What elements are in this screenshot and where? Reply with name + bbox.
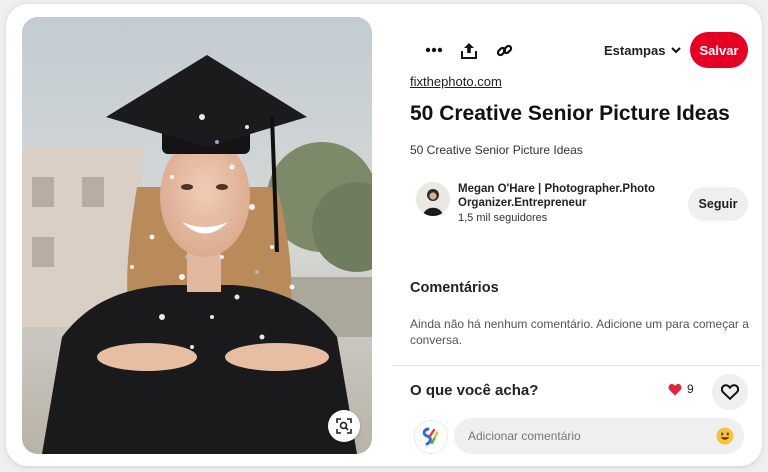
- comment-composer: [410, 418, 750, 454]
- reaction-summary[interactable]: 9: [668, 382, 694, 396]
- source-link[interactable]: fixthephoto.com: [410, 74, 502, 89]
- my-avatar[interactable]: [414, 420, 448, 454]
- pin-card: Estampas Salvar fixthephoto.com 50 Creat…: [6, 4, 762, 466]
- pin-toolbar: Estampas Salvar: [410, 32, 750, 68]
- emoji-button[interactable]: [716, 427, 734, 445]
- graduate-photo: [22, 17, 372, 454]
- more-dots-icon: [425, 47, 443, 53]
- chevron-down-icon: [671, 46, 682, 53]
- more-options-button[interactable]: [420, 36, 448, 64]
- creator-row: Megan O'Hare | Photographer.Photo Organi…: [410, 182, 750, 228]
- save-button[interactable]: Salvar: [690, 32, 748, 68]
- share-button[interactable]: [455, 36, 483, 64]
- board-select-label: Estampas: [604, 42, 666, 58]
- comments-empty-message: Ainda não há nenhum comentário. Adicione…: [410, 317, 749, 347]
- pin-description: 50 Creative Senior Picture Ideas: [410, 143, 583, 157]
- creator-followers: 1,5 mil seguidores: [458, 212, 548, 224]
- heart-reaction-icon: [668, 383, 682, 395]
- comments-heading: Comentários: [410, 280, 499, 296]
- pin-details: Estampas Salvar fixthephoto.com 50 Creat…: [392, 4, 762, 466]
- creator-avatar[interactable]: [416, 182, 450, 216]
- follow-button[interactable]: Seguir: [688, 187, 748, 221]
- emoji-smile-icon: [716, 427, 734, 445]
- user-logo-icon: [415, 421, 447, 453]
- link-chain-icon: [496, 44, 512, 56]
- lens-search-icon: [336, 418, 352, 434]
- react-button[interactable]: [712, 374, 748, 410]
- feedback-row: O que você acha? 9: [410, 374, 750, 410]
- divider: [392, 365, 762, 366]
- copy-link-button[interactable]: [490, 36, 518, 64]
- pin-title: 50 Creative Senior Picture Ideas: [410, 102, 730, 125]
- creator-avatar-image: [416, 182, 450, 216]
- feedback-question: O que você acha?: [410, 382, 539, 399]
- visual-search-button[interactable]: [328, 410, 360, 442]
- comment-input[interactable]: [454, 418, 744, 454]
- board-select[interactable]: Estampas: [604, 40, 682, 60]
- share-upload-icon: [461, 42, 477, 59]
- heart-outline-icon: [721, 384, 739, 400]
- pin-image[interactable]: [22, 17, 372, 454]
- reaction-count: 9: [687, 382, 694, 396]
- creator-name[interactable]: Megan O'Hare | Photographer.Photo Organi…: [458, 182, 658, 210]
